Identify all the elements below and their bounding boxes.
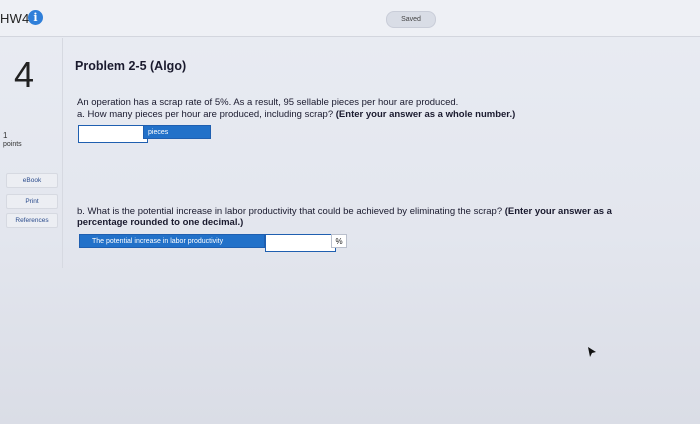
saved-status-badge: Saved — [386, 11, 436, 28]
sidebar-divider — [62, 38, 63, 268]
part-a-answer-input[interactable] — [78, 125, 148, 143]
part-a-question: a. How many pieces per hour are produced… — [77, 109, 515, 120]
part-a-unit-label: pieces — [143, 125, 211, 139]
part-b-instruction-1: (Enter your answer as a — [504, 206, 612, 217]
part-b-answer-input[interactable] — [265, 234, 336, 252]
assignment-title: HW4 — [0, 11, 30, 26]
part-b-prefix: b. What is the potential increase in lab… — [77, 206, 503, 217]
mouse-cursor-icon — [588, 347, 596, 357]
part-b-field-label: The potential increase in labor producti… — [79, 234, 265, 248]
ebook-button[interactable]: eBook — [6, 173, 58, 188]
part-b-instruction-2: percentage rounded to one decimal.) — [77, 217, 244, 228]
references-button[interactable]: References — [6, 213, 58, 228]
print-button[interactable]: Print — [6, 194, 58, 209]
header-divider — [0, 36, 700, 37]
part-a-instruction: (Enter your answer as a whole number.) — [335, 109, 516, 120]
question-number: 4 — [14, 54, 35, 95]
info-icon[interactable]: i — [28, 10, 43, 25]
points-value: 1 — [3, 131, 8, 140]
problem-statement: An operation has a scrap rate of 5%. As … — [77, 97, 459, 108]
part-a-prefix: a. How many pieces per hour are produced… — [77, 109, 334, 120]
part-b-unit-label: % — [331, 234, 347, 248]
part-b-question: b. What is the potential increase in lab… — [77, 206, 612, 217]
top-bar — [0, 0, 700, 36]
problem-title: Problem 2-5 (Algo) — [75, 59, 187, 73]
points-label: points — [3, 141, 22, 148]
